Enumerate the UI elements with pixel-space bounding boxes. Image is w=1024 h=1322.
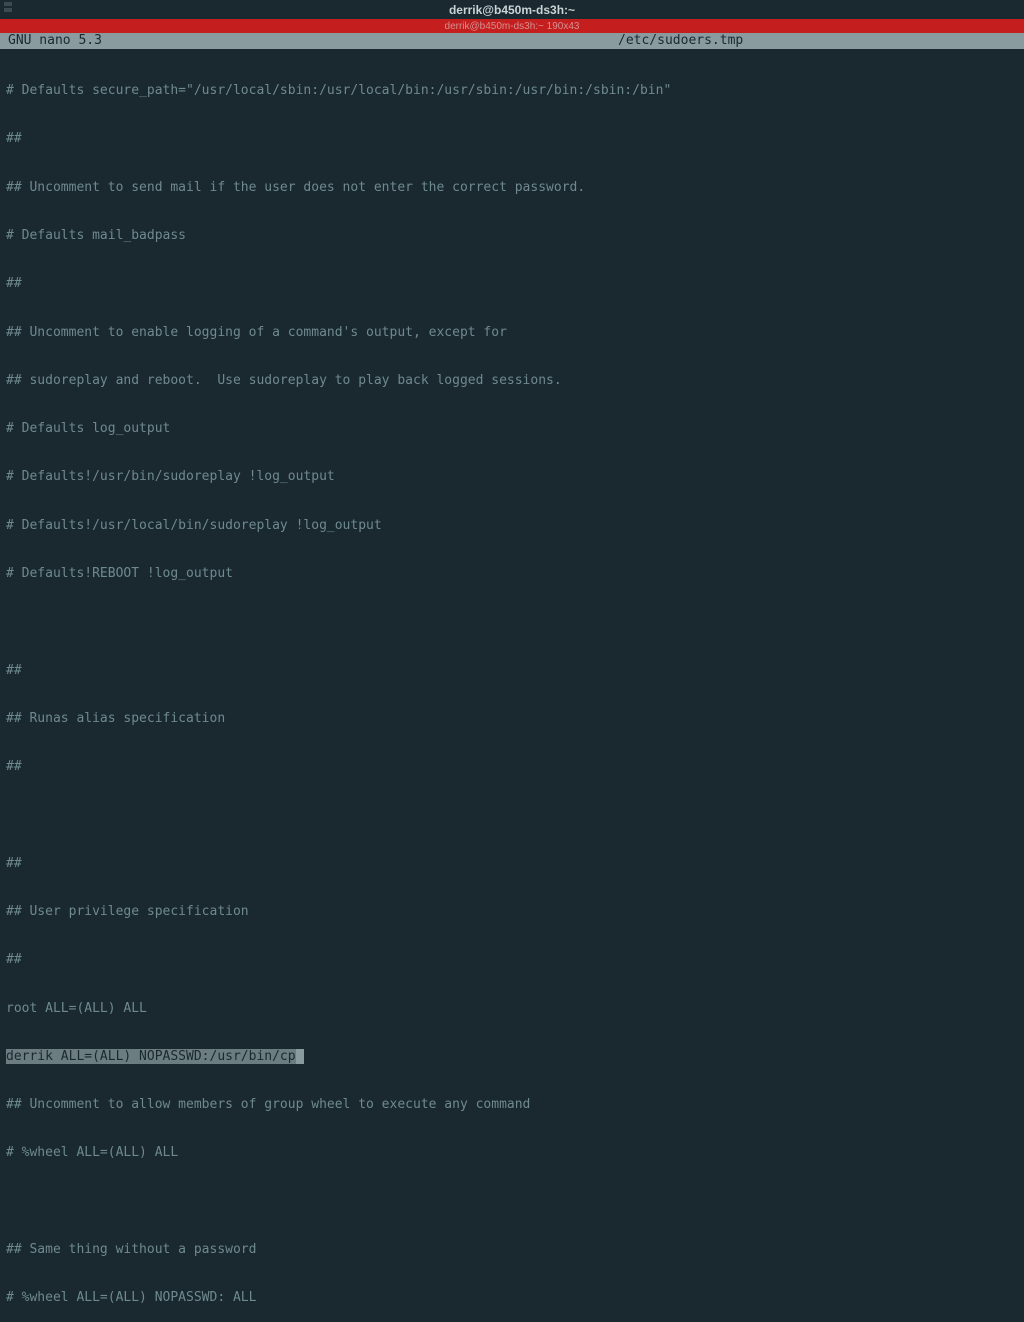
editor-line: # Defaults log_output [6,421,1018,437]
editor-line [6,614,1018,630]
editor-line: ## Uncomment to enable logging of a comm… [6,325,1018,341]
nano-app-label: GNU nano 5.3 [8,33,618,49]
editor-line: ## User privilege specification [6,904,1018,920]
terminal-tab-bar: derrik@b450m-ds3h:~ 190x43 [0,19,1024,33]
text-cursor [296,1049,304,1064]
editor-line: # Defaults!/usr/local/bin/sudoreplay !lo… [6,518,1018,534]
editor-line: ## Same thing without a password [6,1242,1018,1258]
editor-line: # %wheel ALL=(ALL) ALL [6,1145,1018,1161]
window-handle-icon[interactable] [4,2,14,12]
editor-line: ## [6,759,1018,775]
editor-line: ## [6,856,1018,872]
editor-line: # Defaults!/usr/bin/sudoreplay !log_outp… [6,469,1018,485]
editor-line: ## sudoreplay and reboot. Use sudoreplay… [6,373,1018,389]
editor-line: # Defaults mail_badpass [6,228,1018,244]
editor-line: # Defaults!REBOOT !log_output [6,566,1018,582]
editor-line: # %wheel ALL=(ALL) NOPASSWD: ALL [6,1290,1018,1306]
editor-line: # Defaults secure_path="/usr/local/sbin:… [6,83,1018,99]
window-title: derrik@b450m-ds3h:~ [449,3,575,17]
editor-line: ## [6,131,1018,147]
editor-line: ## [6,952,1018,968]
editor-line [6,807,1018,823]
editor-line: root ALL=(ALL) ALL [6,1001,1018,1017]
editor-line: ## Uncomment to allow members of group w… [6,1097,1018,1113]
nano-editor-area[interactable]: # Defaults secure_path="/usr/local/sbin:… [0,49,1024,1322]
terminal-tab-label[interactable]: derrik@b450m-ds3h:~ 190x43 [445,21,580,32]
editor-line-current: derrik ALL=(ALL) NOPASSWD:/usr/bin/cp [6,1049,1018,1065]
editor-line: ## Runas alias specification [6,711,1018,727]
nano-header-bar: GNU nano 5.3 /etc/sudoers.tmp [0,33,1024,49]
editor-current-text: derrik ALL=(ALL) NOPASSWD:/usr/bin/cp [6,1049,296,1064]
editor-line: ## [6,663,1018,679]
editor-line [6,1194,1018,1210]
window-titlebar: derrik@b450m-ds3h:~ [0,0,1024,19]
nano-filename: /etc/sudoers.tmp [618,33,1016,49]
editor-line: ## Uncomment to send mail if the user do… [6,180,1018,196]
editor-line: ## [6,276,1018,292]
